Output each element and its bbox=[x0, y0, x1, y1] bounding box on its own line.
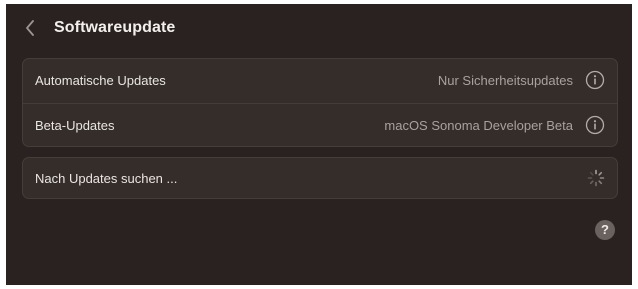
beta-updates-value: macOS Sonoma Developer Beta bbox=[384, 118, 573, 133]
help-button[interactable]: ? bbox=[595, 220, 615, 240]
header: Softwareupdate bbox=[6, 4, 632, 54]
info-icon[interactable] bbox=[585, 115, 605, 135]
beta-updates-label: Beta-Updates bbox=[35, 118, 115, 133]
automatic-updates-row[interactable]: Automatische Updates Nur Sicherheitsupda… bbox=[23, 59, 617, 103]
automatic-updates-value: Nur Sicherheitsupdates bbox=[437, 73, 573, 88]
update-settings-group: Automatische Updates Nur Sicherheitsupda… bbox=[22, 58, 618, 147]
chevron-left-icon bbox=[26, 20, 34, 36]
spinner-icon bbox=[587, 169, 605, 187]
back-button[interactable] bbox=[20, 17, 40, 39]
info-icon[interactable] bbox=[585, 70, 605, 90]
automatic-updates-label: Automatische Updates bbox=[35, 73, 166, 88]
beta-updates-row[interactable]: Beta-Updates macOS Sonoma Developer Beta bbox=[23, 103, 617, 147]
check-updates-label: Nach Updates suchen ... bbox=[35, 171, 178, 186]
check-updates-row: Nach Updates suchen ... bbox=[23, 158, 617, 198]
check-updates-group: Nach Updates suchen ... bbox=[22, 157, 618, 199]
settings-window: Softwareupdate Automatische Updates Nur … bbox=[6, 4, 632, 285]
page-title: Softwareupdate bbox=[54, 19, 176, 36]
